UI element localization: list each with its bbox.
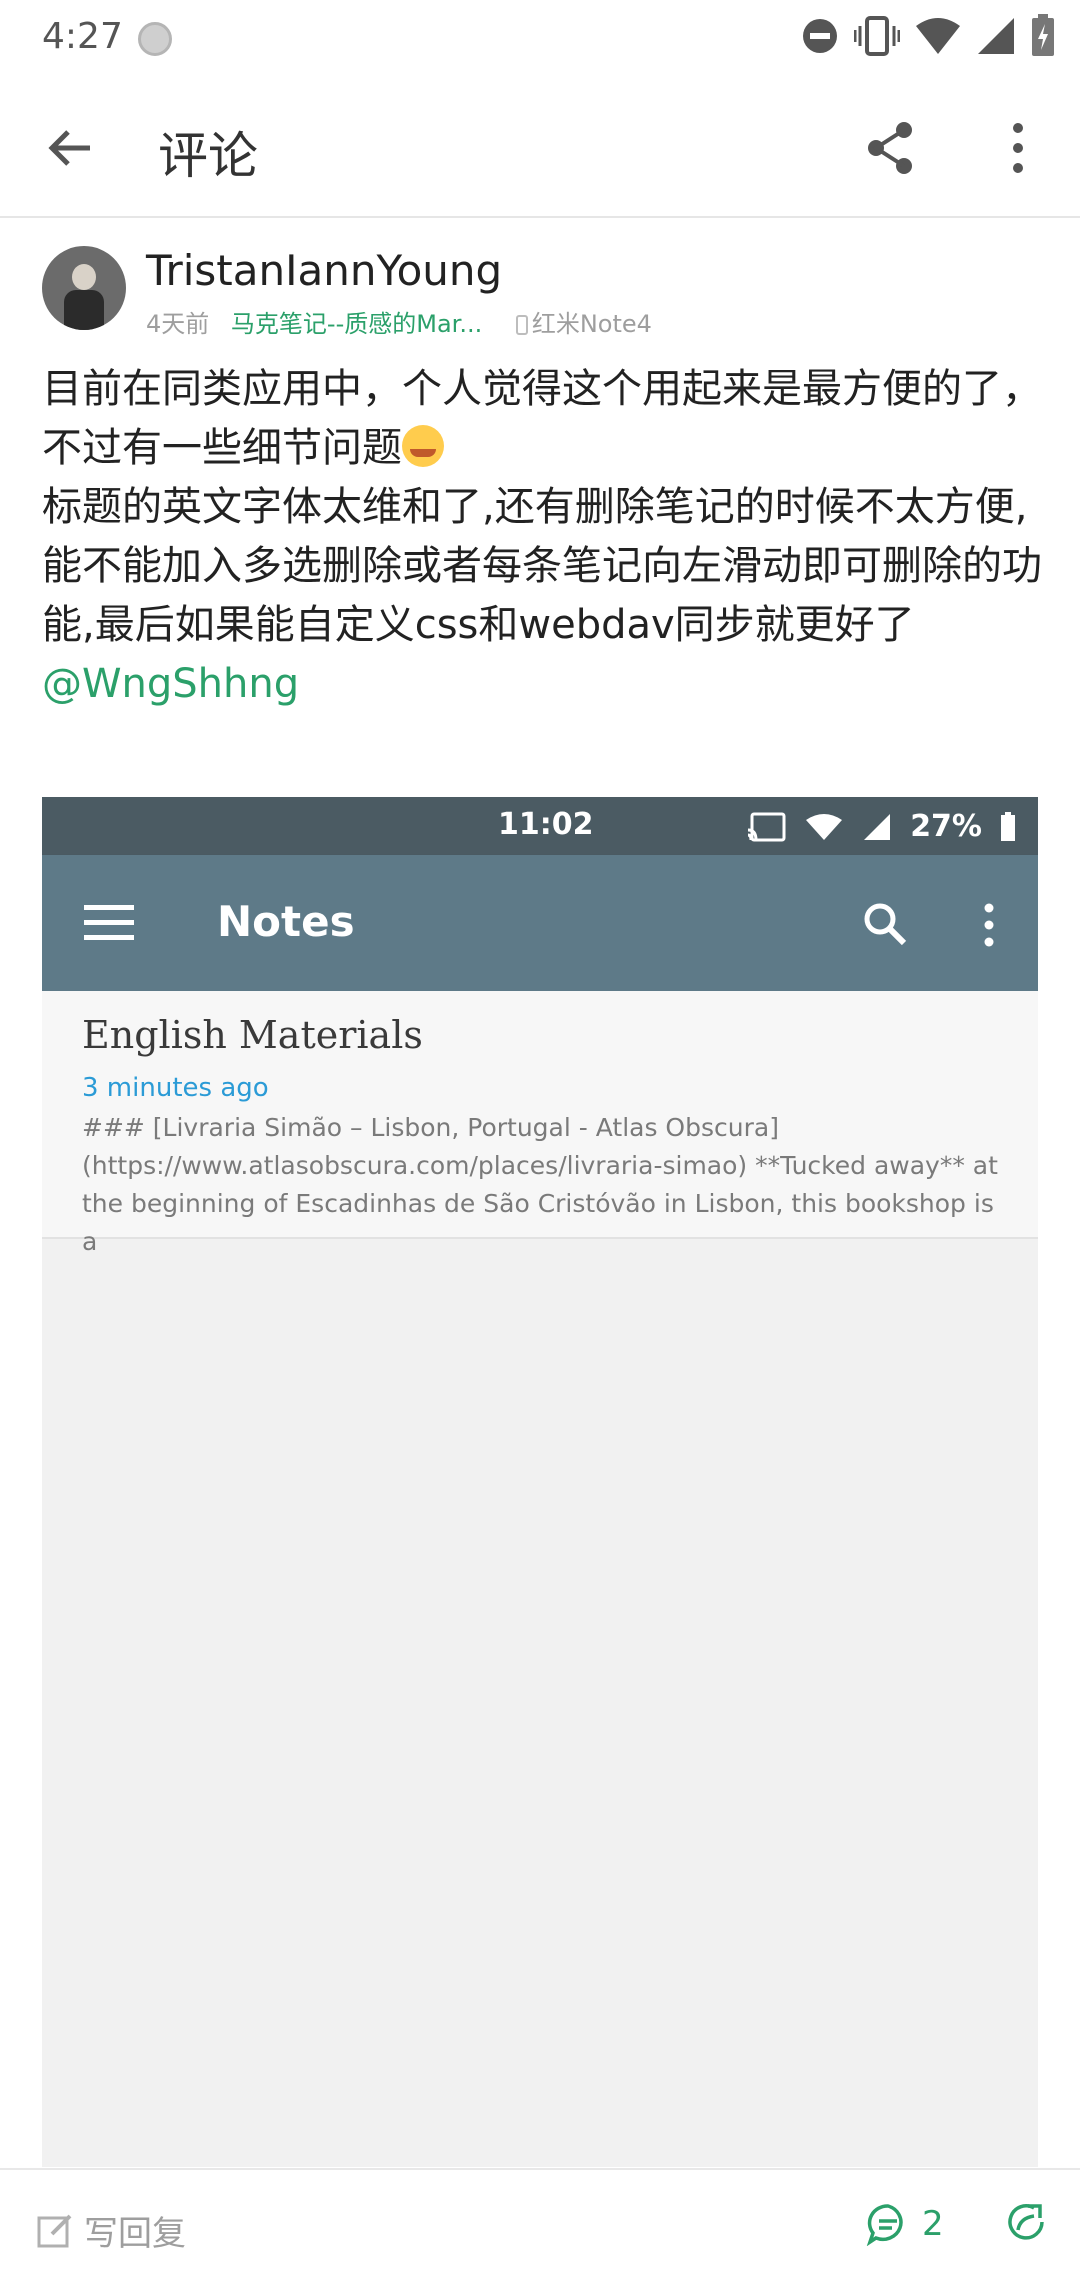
note-list-item: English Materials 3 minutes ago ### [Liv… <box>42 991 1038 1256</box>
do-not-disturb-icon <box>803 19 837 53</box>
battery-percent: 27% <box>910 809 982 844</box>
phone-icon <box>515 315 528 335</box>
forward-share-icon[interactable] <box>1004 2200 1048 2244</box>
screenshot-signal-icon <box>864 813 891 840</box>
bottom-action-bar: 写回复 2 <box>0 2168 1080 2282</box>
screenshot-battery-icon <box>1001 811 1015 841</box>
screenshot-search-icon <box>864 903 907 946</box>
wifi-icon <box>916 18 960 54</box>
system-icons <box>800 14 1056 58</box>
back-arrow-icon[interactable] <box>40 118 100 178</box>
note-time: 3 minutes ago <box>82 1073 269 1103</box>
attached-screenshot[interactable]: 11:02 27% Notes English Materials 3 minu… <box>42 797 1038 2167</box>
page-title: 评论 <box>158 127 258 185</box>
hamburger-menu-icon <box>84 905 134 941</box>
write-reply-button[interactable]: 写回复 <box>36 2206 186 2255</box>
battery-charging-icon <box>1032 14 1054 56</box>
post-meta: 4天前 马克笔记--质感的Mar... 红米Note4 <box>146 304 652 339</box>
screenshot-status-time: 11:02 <box>498 807 594 842</box>
screenshot-toolbar-title: Notes <box>217 897 355 946</box>
comment-count: 2 <box>922 2204 944 2244</box>
more-options-icon[interactable] <box>1000 116 1036 180</box>
laughing-tears-emoji-icon <box>402 425 444 467</box>
username[interactable]: TristanIannYoung <box>146 246 502 295</box>
screenshot-status-bar: 11:02 27% <box>42 797 1038 855</box>
mention-link[interactable]: @WngShhng <box>42 655 1042 714</box>
cast-icon <box>748 812 786 841</box>
cell-signal-icon <box>978 18 1014 54</box>
reply-placeholder: 写回复 <box>84 2214 186 2254</box>
content-line-1: 目前在同类应用中，个人觉得这个用起来是最方便的了，不过有一些细节问题 <box>42 366 1042 471</box>
avatar[interactable] <box>42 246 126 330</box>
share-icon[interactable] <box>858 116 922 180</box>
post-time: 4天前 <box>146 310 210 338</box>
edit-icon <box>37 2214 72 2247</box>
post-device: 红米Note4 <box>515 310 652 338</box>
post-content: 目前在同类应用中，个人觉得这个用起来是最方便的了，不过有一些细节问题 标题的英文… <box>42 360 1042 714</box>
note-preview: ### [Livraria Simão – Lisbon, Portugal -… <box>82 1113 998 1256</box>
status-bar: 4:27 <box>0 0 1080 80</box>
vibrate-icon <box>854 16 900 56</box>
screenshot-toolbar: Notes <box>42 855 1038 991</box>
screenshot-more-icon <box>984 903 994 947</box>
device-name: 红米Note4 <box>531 310 652 338</box>
app-bar: 评论 <box>0 80 1080 218</box>
sync-spinner-icon <box>138 22 172 56</box>
screenshot-wifi-icon <box>806 813 843 840</box>
content-line-2: 标题的英文字体太维和了,还有删除笔记的时候不太方便,能不能加入多选删除或者每条笔… <box>42 484 1042 648</box>
note-title: English Materials <box>82 1013 423 1057</box>
status-time: 4:27 <box>42 16 123 57</box>
post-source-link[interactable]: 马克笔记--质感的Mar... <box>231 310 482 338</box>
comment-icon <box>866 2204 903 2246</box>
comments-button[interactable]: 2 <box>866 2202 944 2246</box>
